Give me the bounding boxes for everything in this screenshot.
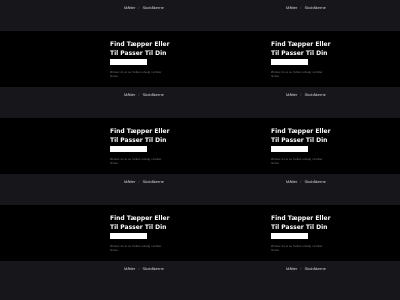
hero-description: Ønsker du at se hvilket udvalg i artikle… [110,70,162,78]
top-nav-right: Måtter / Skobåkerne [286,5,326,10]
nav-link-skobakerne[interactable]: Skobåkerne [304,92,325,97]
nav-link-skobakerne[interactable]: Skobåkerne [304,179,325,184]
hero-card: Find Tæpper Eller Til Passer Til Din Bil… [110,31,190,87]
hero-description: Ønsker du at se hvilket udvalg i artikle… [271,157,323,165]
search-input[interactable] [271,59,308,65]
nav-link-skobakerne[interactable]: Skobåkerne [142,266,163,271]
nav-link-matter[interactable]: Måtter [286,179,297,184]
hero-card: Find Tæpper Eller Til Passer Til Din Bil… [271,205,351,261]
nav-bar: Måtter / Skobåkerne Måtter / Skobåkerne [0,87,400,118]
nav-link-skobakerne[interactable]: Skobåkerne [142,5,163,10]
search-input[interactable] [271,233,308,239]
hero-card: Find Tæpper Eller Til Passer Til Din Bil… [110,118,190,174]
nav-link-matter[interactable]: Måtter [124,179,135,184]
search-input[interactable] [110,59,147,65]
hero-description: Ønsker du at se hvilket udvalg i artikle… [110,244,162,252]
nav-bar: Måtter / Skobåkerne Måtter / Skobåkerne [0,174,400,205]
nav-right: Måtter / Skobåkerne [286,92,326,97]
nav-link-matter[interactable]: Måtter [286,5,297,10]
hero-card: Find Tæpper Eller Til Passer Til Din Bil… [271,31,351,87]
nav-left: Måtter / Skobåkerne [124,92,164,97]
nav-left: Måtter / Skobåkerne [124,179,164,184]
hero-card: Find Tæpper Eller Til Passer Til Din Bil… [110,205,190,261]
nav-link-skobakerne[interactable]: Skobåkerne [304,5,325,10]
nav-link-skobakerne[interactable]: Skobåkerne [304,266,325,271]
nav-link-matter[interactable]: Måtter [286,92,297,97]
hero-row-1: Find Tæpper Eller Til Passer Til Din Bil… [0,31,400,87]
hero-description: Ønsker du at se hvilket udvalg i artikle… [271,70,323,78]
hero-row-2: Find Tæpper Eller Til Passer Til Din Bil… [0,118,400,174]
nav-left: Måtter / Skobåkerne [124,266,164,271]
page: Måtter/Skobåkerne Måtter/Skobåkerne Mått… [0,0,400,300]
search-input[interactable] [110,233,147,239]
hero-card: Find Tæpper Eller Til Passer Til Din Bil… [271,118,351,174]
nav-link-matter[interactable]: Måtter [124,92,135,97]
hero-description: Ønsker du at se hvilket udvalg i artikle… [110,157,162,165]
nav-link-matter[interactable]: Måtter [124,5,135,10]
search-input[interactable] [110,146,147,152]
nav-right: Måtter / Skobåkerne [286,266,326,271]
nav-link-skobakerne[interactable]: Skobåkerne [142,179,163,184]
hero-description: Ønsker du at se hvilket udvalg i artikle… [271,244,323,252]
nav-bar: Måtter / Skobåkerne Måtter / Skobåkerne [0,261,400,300]
nav-link-matter[interactable]: Måtter [124,266,135,271]
hero-row-3: Find Tæpper Eller Til Passer Til Din Bil… [0,205,400,261]
nav-link-matter[interactable]: Måtter [286,266,297,271]
top-nav-left: Måtter / Skobåkerne [124,5,164,10]
nav-right: Måtter / Skobåkerne [286,179,326,184]
nav-link-skobakerne[interactable]: Skobåkerne [142,92,163,97]
top-bar: Måtter / Skobåkerne Måtter / Skobåkerne [0,0,400,31]
search-input[interactable] [271,146,308,152]
